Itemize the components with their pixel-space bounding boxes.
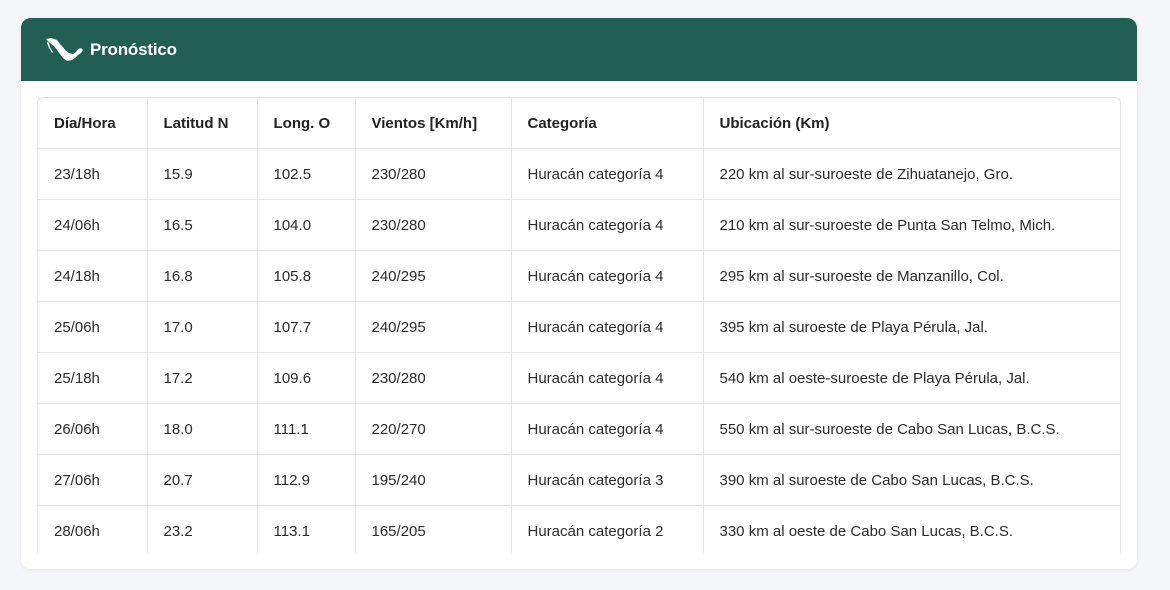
cell-categoria: Huracán categoría 4 — [511, 148, 704, 200]
table-row: 27/06h 20.7 112.9 195/240 Huracán catego… — [38, 454, 1120, 506]
cell-latitud: 17.2 — [147, 352, 258, 404]
table-row: 23/18h 15.9 102.5 230/280 Huracán catego… — [38, 148, 1120, 200]
cell-categoria: Huracán categoría 4 — [511, 352, 704, 404]
column-header-categoria: Categoría — [511, 98, 704, 149]
forecast-table-container: Día/Hora Latitud N Long. O Vientos [Km/h… — [37, 97, 1121, 553]
cell-categoria: Huracán categoría 4 — [511, 301, 704, 353]
cell-longitud: 112.9 — [257, 454, 356, 506]
cell-dia-hora: 24/18h — [38, 250, 148, 302]
cell-vientos: 230/280 — [355, 352, 512, 404]
card-title: Pronóstico — [90, 39, 177, 59]
cell-latitud: 15.9 — [147, 148, 258, 200]
cell-dia-hora: 25/18h — [38, 352, 148, 404]
table-header-row: Día/Hora Latitud N Long. O Vientos [Km/h… — [38, 98, 1120, 149]
cell-vientos: 240/295 — [355, 301, 512, 353]
cell-longitud: 104.0 — [257, 199, 356, 251]
cell-longitud: 113.1 — [257, 505, 356, 553]
cell-vientos: 220/270 — [355, 403, 512, 455]
column-header-ubicacion: Ubicación (Km) — [703, 98, 1120, 149]
table-row: 26/06h 18.0 111.1 220/270 Huracán catego… — [38, 403, 1120, 455]
table-row: 25/18h 17.2 109.6 230/280 Huracán catego… — [38, 352, 1120, 404]
cell-dia-hora: 27/06h — [38, 454, 148, 506]
cell-dia-hora: 25/06h — [38, 301, 148, 353]
cell-latitud: 17.0 — [147, 301, 258, 353]
cell-categoria: Huracán categoría 2 — [511, 505, 704, 553]
cell-latitud: 20.7 — [147, 454, 258, 506]
table-row: 24/18h 16.8 105.8 240/295 Huracán catego… — [38, 250, 1120, 302]
forecast-table: Día/Hora Latitud N Long. O Vientos [Km/h… — [38, 98, 1120, 553]
cell-latitud: 23.2 — [147, 505, 258, 553]
cell-vientos: 240/295 — [355, 250, 512, 302]
cell-dia-hora: 23/18h — [38, 148, 148, 200]
cell-dia-hora: 28/06h — [38, 505, 148, 553]
cell-ubicacion: 220 km al sur-suroeste de Zihuatanejo, G… — [703, 148, 1120, 200]
table-row: 28/06h 23.2 113.1 165/205 Huracán catego… — [38, 505, 1120, 553]
cell-latitud: 16.8 — [147, 250, 258, 302]
cell-categoria: Huracán categoría 4 — [511, 250, 704, 302]
cell-ubicacion: 210 km al sur-suroeste de Punta San Telm… — [703, 199, 1120, 251]
column-header-dia-hora: Día/Hora — [38, 98, 148, 149]
cell-ubicacion: 540 km al oeste-suroeste de Playa Pérula… — [703, 352, 1120, 404]
cell-ubicacion: 295 km al sur-suroeste de Manzanillo, Co… — [703, 250, 1120, 302]
cell-dia-hora: 26/06h — [38, 403, 148, 455]
cell-longitud: 107.7 — [257, 301, 356, 353]
cell-ubicacion: 550 km al sur-suroeste de Cabo San Lucas… — [703, 403, 1120, 455]
cell-vientos: 165/205 — [355, 505, 512, 553]
cell-longitud: 111.1 — [257, 403, 356, 455]
cell-vientos: 195/240 — [355, 454, 512, 506]
column-header-vientos: Vientos [Km/h] — [355, 98, 512, 149]
cell-longitud: 102.5 — [257, 148, 356, 200]
mexico-map-icon — [45, 35, 87, 65]
cell-latitud: 16.5 — [147, 199, 258, 251]
cell-longitud: 109.6 — [257, 352, 356, 404]
cell-ubicacion: 330 km al oeste de Cabo San Lucas, B.C.S… — [703, 505, 1120, 553]
cell-categoria: Huracán categoría 3 — [511, 454, 704, 506]
table-row: 25/06h 17.0 107.7 240/295 Huracán catego… — [38, 301, 1120, 353]
forecast-card: Pronóstico Día/Hora Latitud N Long. O Vi… — [21, 18, 1137, 569]
table-row: 24/06h 16.5 104.0 230/280 Huracán catego… — [38, 199, 1120, 251]
card-header: Pronóstico — [21, 18, 1137, 81]
cell-ubicacion: 395 km al suroeste de Playa Pérula, Jal. — [703, 301, 1120, 353]
cell-categoria: Huracán categoría 4 — [511, 403, 704, 455]
cell-vientos: 230/280 — [355, 199, 512, 251]
cell-latitud: 18.0 — [147, 403, 258, 455]
column-header-latitud: Latitud N — [147, 98, 258, 149]
column-header-longitud: Long. O — [257, 98, 356, 149]
cell-vientos: 230/280 — [355, 148, 512, 200]
cell-ubicacion: 390 km al suroeste de Cabo San Lucas, B.… — [703, 454, 1120, 506]
cell-categoria: Huracán categoría 4 — [511, 199, 704, 251]
cell-longitud: 105.8 — [257, 250, 356, 302]
cell-dia-hora: 24/06h — [38, 199, 148, 251]
